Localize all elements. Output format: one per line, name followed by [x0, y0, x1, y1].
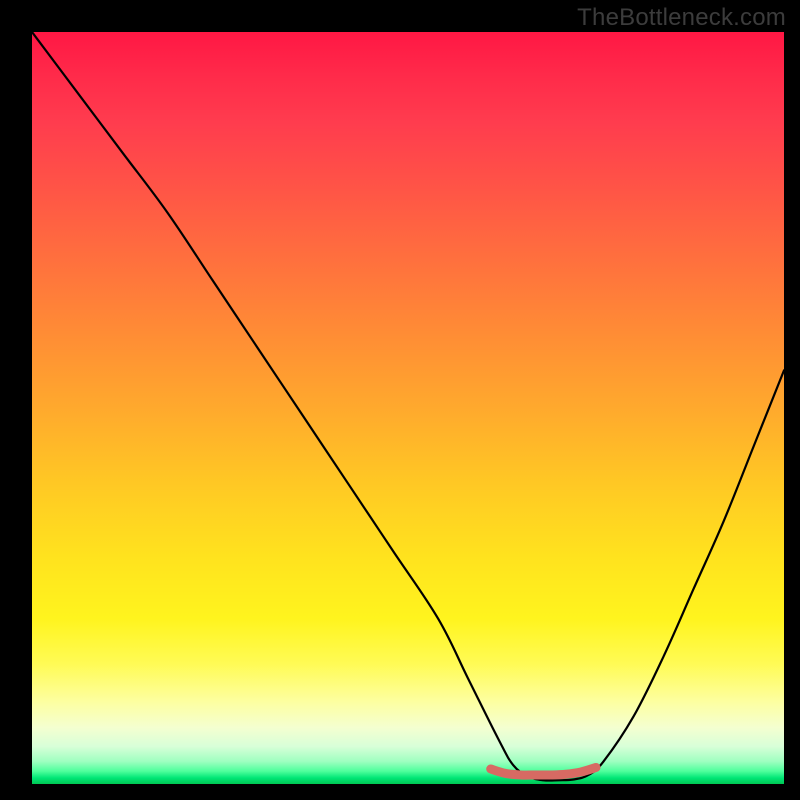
watermark-text: TheBottleneck.com	[577, 4, 786, 32]
plot-area	[32, 32, 784, 784]
chart-frame: TheBottleneck.com	[0, 0, 800, 800]
optimal-band-path	[491, 767, 596, 775]
chart-svg	[32, 32, 784, 784]
bottleneck-curve-path	[32, 32, 784, 781]
